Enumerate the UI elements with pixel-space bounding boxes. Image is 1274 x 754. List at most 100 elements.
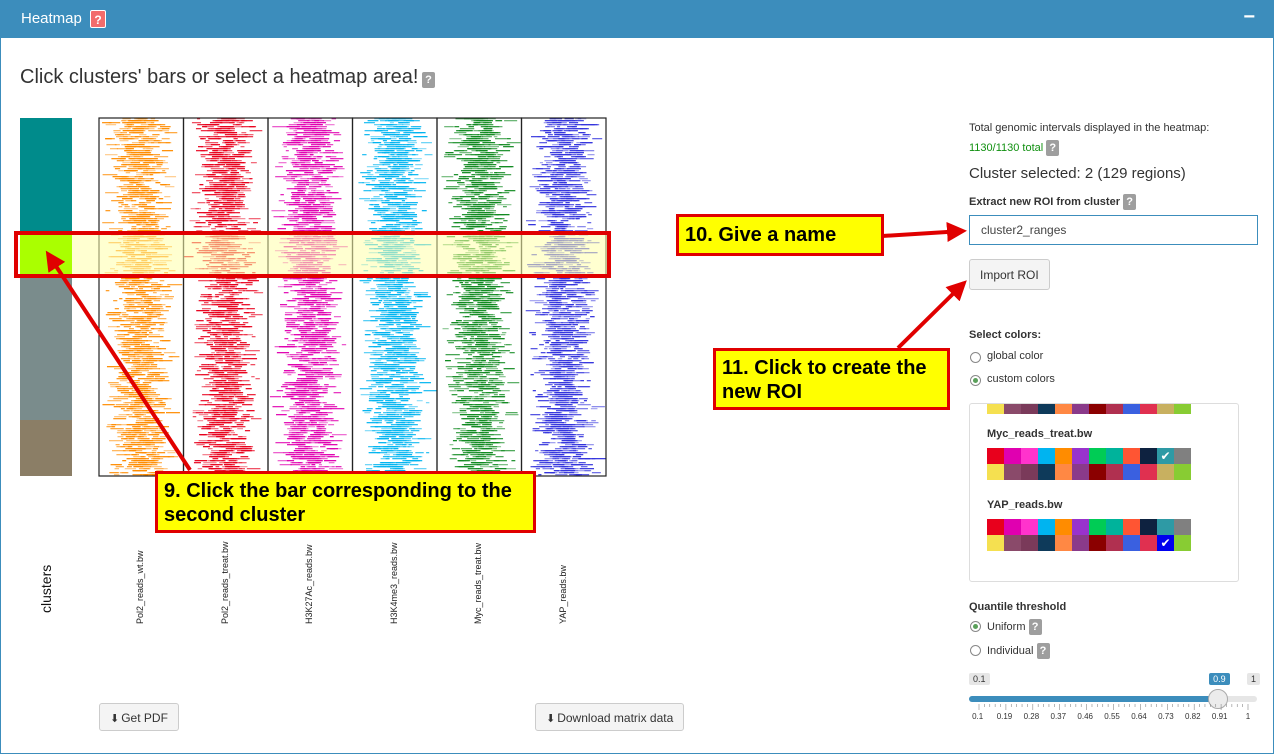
track1-row2-swatch[interactable] [1055,464,1072,480]
cluster-bar-4[interactable] [20,420,72,476]
track2-row1-swatch[interactable] [1106,519,1123,535]
selection-band[interactable] [72,235,607,276]
track2-row1-swatch[interactable] [1072,519,1089,535]
track1-row2-swatch[interactable] [1089,464,1106,480]
track1-row2-swatch[interactable] [1123,464,1140,480]
track1-row2-swatch[interactable] [1140,464,1157,480]
select-colors-label: Select colors: [969,329,1042,341]
track1-row1-swatch[interactable] [1038,448,1055,464]
track2-row2-swatch[interactable] [1174,535,1191,551]
slider-max-label: 1 [1247,673,1261,685]
total-intervals-row: 1130/1130 total ? [969,140,1060,156]
track2-row2-swatch[interactable] [987,535,1004,551]
download-matrix-button[interactable]: ⬇ Download matrix data [535,703,685,731]
quantile-threshold-label: Quantile threshold [969,601,1067,613]
heatmap-column-3[interactable] [267,117,354,477]
track1-row1-swatch[interactable] [1021,448,1038,464]
track2-row1-swatch[interactable] [987,519,1004,535]
collapse-icon[interactable]: − [1243,6,1255,29]
cluster-bar-1[interactable] [20,118,72,234]
scrolled-swatch[interactable] [1021,404,1038,414]
heatmap-column-6[interactable] [520,117,607,477]
track2-row2-swatch[interactable] [1072,535,1089,551]
scrolled-swatch[interactable] [1140,404,1157,414]
track2-row2-swatch[interactable] [1123,535,1140,551]
heatmap[interactable] [0,0,620,480]
radio-custom-label: custom colors [987,373,1055,385]
radio-individual[interactable] [970,645,981,656]
track2-row2-swatch[interactable] [1004,535,1021,551]
custom-colors-box[interactable]: Myc_reads_treat.bw ✔ YAP_reads.bw ✔ [969,403,1239,582]
radio-global-color[interactable] [970,352,981,363]
radio-global-label: global color [987,350,1044,362]
track2-row2-swatch[interactable] [1021,535,1038,551]
track1-row1-swatch[interactable] [1174,448,1191,464]
radio-uniform[interactable] [970,621,981,632]
help-icon[interactable]: ? [1028,619,1042,635]
get-pdf-label: Get PDF [121,711,168,725]
track2-row1-swatch[interactable] [1021,519,1038,535]
track2-row2-swatch[interactable] [1038,535,1055,551]
cluster-bar-3[interactable] [20,276,72,420]
track2-row1-swatch[interactable] [1157,519,1174,535]
cluster-bars[interactable] [20,118,72,476]
scrolled-swatch[interactable] [987,404,1004,414]
track1-row1-swatch[interactable] [1089,448,1106,464]
track-color-label: Myc_reads_treat.bw [987,428,1093,440]
get-pdf-button[interactable]: ⬇ Get PDF [99,703,179,731]
track2-row2-swatch[interactable] [1140,535,1157,551]
heatmap-column-4[interactable] [351,117,438,477]
heatmap-column-2[interactable] [182,117,269,477]
scrolled-swatch[interactable] [1089,404,1106,414]
scrolled-swatch[interactable] [1072,404,1089,414]
scrolled-swatch[interactable] [1157,404,1174,414]
heatmap-column-1[interactable] [98,117,185,477]
track1-row1-swatch[interactable] [1055,448,1072,464]
help-icon[interactable]: ? [1046,140,1060,156]
track1-row1-swatch[interactable] [1123,448,1140,464]
track2-row1-swatch[interactable] [1055,519,1072,535]
track1-row1-swatch[interactable] [987,448,1004,464]
track2-row1-swatch[interactable] [1123,519,1140,535]
heatmap-column-5[interactable] [436,117,523,477]
heatmap-columns[interactable] [72,117,607,477]
sample-label-6: YAP_reads.bw [557,565,568,624]
track1-row2-swatch[interactable] [1004,464,1021,480]
radio-uniform-row: Uniform ? [987,619,1042,635]
track2-row1-swatch[interactable] [1038,519,1055,535]
scrolled-swatch[interactable] [1004,404,1021,414]
track1-row1-swatch[interactable] [1106,448,1123,464]
track1-row1-swatch[interactable] [1072,448,1089,464]
track1-row2-swatch[interactable] [987,464,1004,480]
slider-tick-label: 0.19 [996,712,1013,721]
scrolled-swatch[interactable] [1106,404,1123,414]
track1-row2-swatch[interactable] [1106,464,1123,480]
track2-row1-swatch[interactable] [1174,519,1191,535]
track2-row1-swatch[interactable] [1140,519,1157,535]
total-intervals-label: Total genomic intervals displayed in the… [969,122,1210,134]
annotation-step10: 10. Give a name [676,214,884,256]
track2-row1-swatch[interactable] [1089,519,1106,535]
track1-row2-swatch[interactable] [1072,464,1089,480]
help-icon[interactable]: ? [1036,643,1050,659]
cluster-bar-2[interactable] [20,234,72,276]
track1-row2-swatch[interactable] [1174,464,1191,480]
scrolled-swatch[interactable] [1038,404,1055,414]
scrolled-swatch[interactable] [1055,404,1072,414]
track2-row1-swatch[interactable] [1004,519,1021,535]
scrolled-swatch[interactable] [1174,404,1191,414]
help-icon[interactable]: ? [1123,194,1137,210]
track1-row2-swatch[interactable] [1021,464,1038,480]
import-roi-button[interactable]: Import ROI [969,259,1050,290]
roi-name-input[interactable]: cluster2_ranges [969,215,1258,245]
track1-row2-swatch[interactable] [1157,464,1174,480]
track2-row2-swatch[interactable] [1055,535,1072,551]
scrolled-swatch[interactable] [1123,404,1140,414]
slider-tick-label: 0.64 [1131,712,1147,721]
track2-row2-swatch[interactable] [1089,535,1106,551]
track1-row1-swatch[interactable] [1004,448,1021,464]
track1-row1-swatch[interactable] [1140,448,1157,464]
radio-custom-colors[interactable] [970,375,981,386]
track2-row2-swatch[interactable] [1106,535,1123,551]
track1-row2-swatch[interactable] [1038,464,1055,480]
